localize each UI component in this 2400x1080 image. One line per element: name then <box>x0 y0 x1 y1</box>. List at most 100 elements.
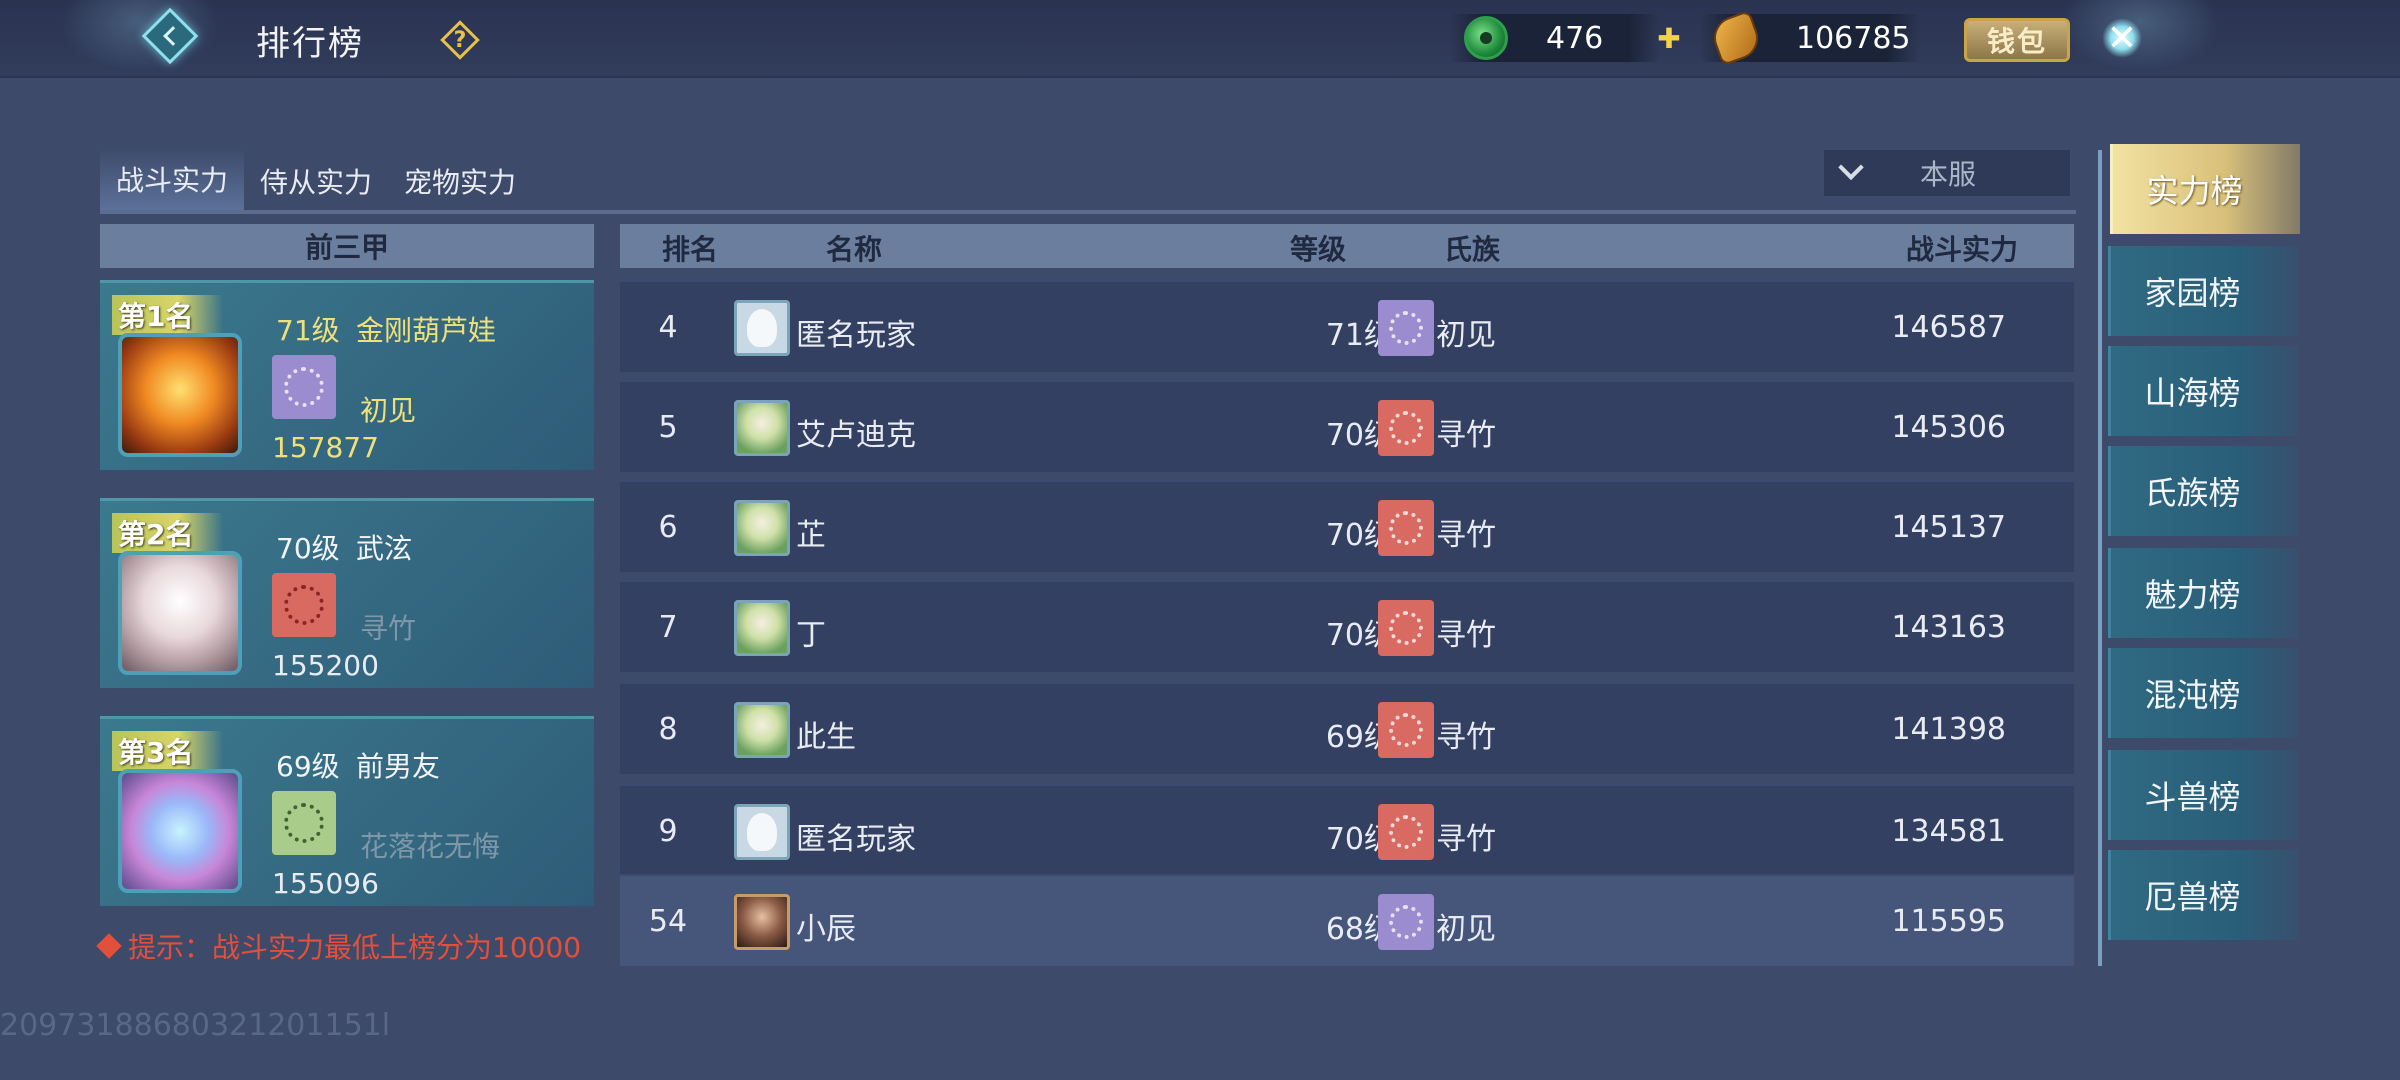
player-level: 71级 <box>276 314 340 347</box>
row-power: 115595 <box>1891 904 2006 939</box>
row-rank: 4 <box>658 310 678 345</box>
jade-amount: 476 <box>1546 20 1604 56</box>
avatar <box>734 702 790 758</box>
avatar <box>118 769 242 893</box>
player-level: 70级 <box>276 532 340 565</box>
wallet-button[interactable]: 钱包 <box>1964 18 2070 62</box>
row-name: 匿名玩家 <box>796 318 916 353</box>
sidebar-item-home-rank[interactable]: 家园榜 <box>2108 246 2298 336</box>
gold-currency: 106785 <box>1700 9 1920 67</box>
clan-emblem-icon <box>1378 500 1434 556</box>
row-rank: 5 <box>658 410 678 445</box>
clan-emblem-icon <box>272 355 336 419</box>
table-row[interactable]: 9 匿名玩家 70级 寻竹 134581 <box>620 784 2074 876</box>
row-name: 此生 <box>796 720 856 755</box>
sidebar-item-charm-rank[interactable]: 魅力榜 <box>2108 548 2298 638</box>
sidebar-divider <box>2098 150 2102 966</box>
combat-power: 155200 <box>272 649 379 682</box>
help-button[interactable]: ? <box>440 20 480 60</box>
top3-header: 前三甲 <box>100 224 594 268</box>
clan-emblem-icon <box>1378 400 1434 456</box>
min-score-tip: 提示：战斗实力最低上榜分为10000 <box>96 926 581 966</box>
jade-icon <box>1464 16 1508 60</box>
chevron-down-icon <box>1838 154 1864 181</box>
clan-emblem-icon <box>272 573 336 637</box>
clan-name: 初见 <box>360 394 417 427</box>
row-power: 145137 <box>1891 510 2006 545</box>
server-filter-dropdown[interactable]: 本服 <box>1822 148 2072 198</box>
self-rank-row[interactable]: 54 小辰 68级 初见 115595 <box>620 874 2074 966</box>
row-rank: 8 <box>658 712 678 747</box>
player-level: 69级 <box>276 750 340 783</box>
row-clan: 初见 <box>1436 318 1496 353</box>
row-power: 134581 <box>1891 814 2006 849</box>
row-power: 145306 <box>1891 410 2006 445</box>
ranking-tabs: 战斗实力 侍从实力 宠物实力 <box>100 148 532 218</box>
row-clan: 寻竹 <box>1436 720 1496 755</box>
sidebar-item-beast-fight-rank[interactable]: 斗兽榜 <box>2108 750 2298 840</box>
player-name: 武泫 <box>356 532 413 565</box>
combat-power: 157877 <box>272 431 379 464</box>
clan-name: 寻竹 <box>360 612 417 645</box>
col-power-header: 战斗实力 <box>1906 233 2019 266</box>
player-name: 金刚葫芦娃 <box>356 314 497 347</box>
player-name: 前男友 <box>356 750 441 783</box>
row-name: 艾卢迪克 <box>796 418 916 453</box>
table-header: 排名 名称 等级 氏族 战斗实力 <box>620 224 2074 268</box>
add-currency-icon[interactable]: ✚ <box>1656 25 1682 53</box>
row-clan: 初见 <box>1436 912 1496 947</box>
sidebar-item-ebeast-rank[interactable]: 厄兽榜 <box>2108 850 2298 940</box>
row-power: 141398 <box>1891 712 2006 747</box>
row-rank: 6 <box>658 510 678 545</box>
clan-emblem-icon <box>272 791 336 855</box>
avatar <box>118 551 242 675</box>
back-button[interactable] <box>140 6 200 66</box>
sidebar-item-clan-rank[interactable]: 氏族榜 <box>2108 446 2298 536</box>
top3-card-2[interactable]: 第2名 70级 武泫 寻竹 155200 <box>100 498 594 688</box>
gold-coin-icon <box>1707 9 1765 67</box>
row-clan: 寻竹 <box>1436 418 1496 453</box>
tab-combat-power[interactable]: 战斗实力 <box>100 148 245 214</box>
close-button[interactable]: ✕ <box>2090 6 2154 70</box>
row-name: 小辰 <box>796 912 856 947</box>
avatar <box>734 300 790 356</box>
top3-card-3[interactable]: 第3名 69级 前男友 花落花无悔 155096 <box>100 716 594 906</box>
row-clan: 寻竹 <box>1436 518 1496 553</box>
row-name: 丁 <box>796 618 826 653</box>
clan-emblem-icon <box>1378 600 1434 656</box>
row-rank: 54 <box>648 904 688 939</box>
gold-amount: 106785 <box>1796 20 1911 56</box>
table-row[interactable]: 8 此生 69级 寻竹 141398 <box>620 682 2074 774</box>
warning-icon <box>96 933 122 959</box>
tab-pet-power[interactable]: 宠物实力 <box>388 148 532 214</box>
clan-emblem-icon <box>1378 894 1434 950</box>
sidebar-item-chaos-rank[interactable]: 混沌榜 <box>2108 648 2298 738</box>
avatar <box>734 804 790 860</box>
top3-card-1[interactable]: 第1名 71级 金刚葫芦娃 初见 157877 <box>100 280 594 470</box>
sidebar-item-shanhai-rank[interactable]: 山海榜 <box>2108 346 2298 436</box>
watermark-id: 20973188680321201151l <box>0 1008 391 1043</box>
sidebar-item-power-rank[interactable]: 实力榜 <box>2110 144 2300 234</box>
rank-badge: 第3名 <box>112 731 224 771</box>
clan-name: 花落花无悔 <box>360 830 501 863</box>
rank-badge: 第1名 <box>112 295 224 335</box>
row-name: 匿名玩家 <box>796 822 916 857</box>
question-icon: ? <box>453 27 467 53</box>
table-row[interactable]: 6 芷 70级 寻竹 145137 <box>620 480 2074 572</box>
avatar <box>734 894 790 950</box>
jade-currency: 476 <box>1450 14 1660 62</box>
table-row[interactable]: 7 丁 70级 寻竹 143163 <box>620 580 2074 672</box>
row-rank: 9 <box>658 814 678 849</box>
tabs-divider <box>100 210 2076 214</box>
col-rank-header: 排名 <box>662 233 719 266</box>
table-row[interactable]: 4 匿名玩家 71级 初见 146587 <box>620 280 2074 372</box>
avatar <box>118 333 242 457</box>
tab-attendant-power[interactable]: 侍从实力 <box>244 148 388 214</box>
row-clan: 寻竹 <box>1436 618 1496 653</box>
page-title: 排行榜 <box>256 24 364 64</box>
col-clan-header: 氏族 <box>1444 233 1501 266</box>
table-row[interactable]: 5 艾卢迪克 70级 寻竹 145306 <box>620 380 2074 472</box>
row-name: 芷 <box>796 518 826 553</box>
col-name-header: 名称 <box>826 233 883 266</box>
avatar <box>734 600 790 656</box>
